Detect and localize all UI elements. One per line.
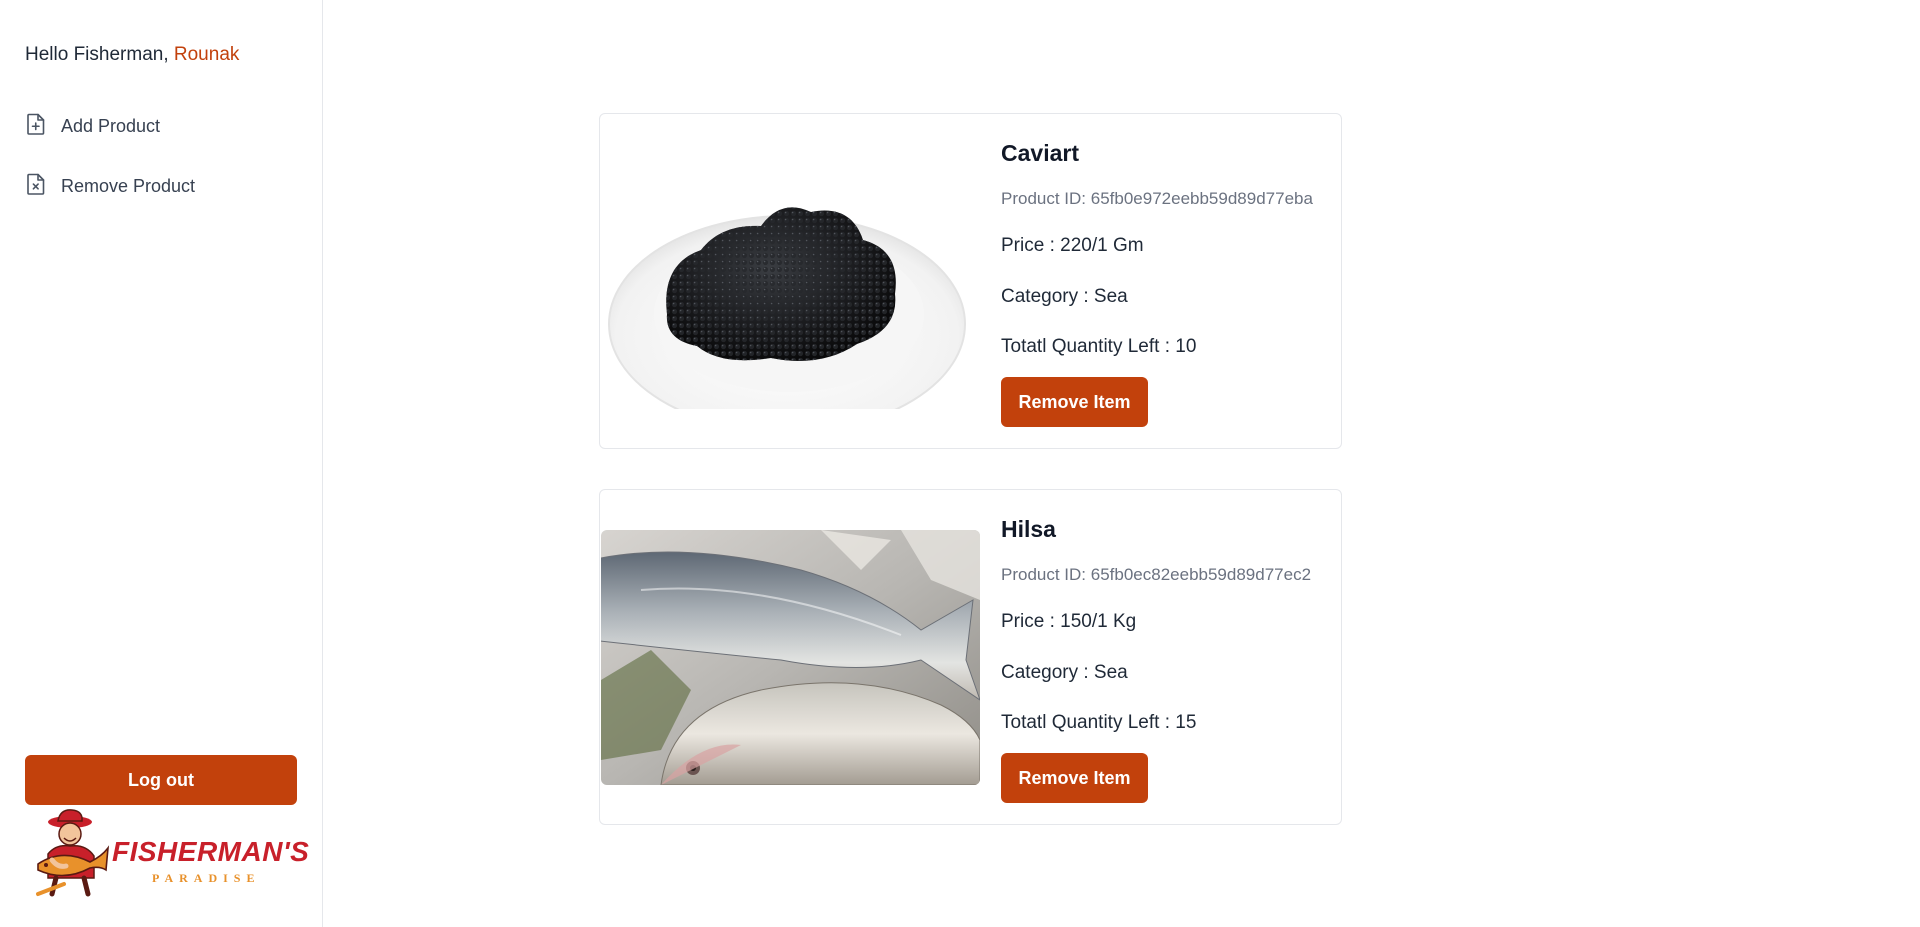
product-quantity: Totatl Quantity Left : 15 [1001, 712, 1197, 733]
file-plus-icon [25, 112, 47, 141]
product-quantity: Totatl Quantity Left : 10 [1001, 336, 1197, 357]
product-category: Category : Sea [1001, 286, 1128, 307]
file-x-icon [25, 172, 47, 201]
remove-item-button[interactable]: Remove Item [1001, 377, 1148, 427]
brand-logo: FISHERMAN'S PARADISE [28, 808, 309, 900]
product-name: Caviart [1001, 140, 1079, 166]
greeting-prefix: Hello Fisherman, [25, 44, 169, 65]
brand-tagline: PARADISE [152, 871, 261, 885]
greeting-user-name: Rounak [173, 44, 240, 65]
sidebar-item-add-product[interactable]: Add Product [25, 112, 160, 141]
product-id: Product ID: 65fb0ec82eebb59d89d77ec2 [1001, 565, 1312, 584]
hilsa-fish-image [601, 530, 980, 785]
sidebar-item-label: Remove Product [61, 176, 196, 196]
sidebar: Hello Fisherman, Rounak Add Product Remo… [0, 0, 323, 927]
product-price: Price : 150/1 Kg [1001, 611, 1137, 632]
product-price: Price : 220/1 Gm [1001, 235, 1144, 256]
product-name: Hilsa [1001, 516, 1056, 542]
remove-item-button[interactable]: Remove Item [1001, 753, 1148, 803]
brand-name: FISHERMAN'S [112, 836, 310, 867]
product-id: Product ID: 65fb0e972eebb59d89d77eba [1001, 189, 1313, 208]
product-card: Hilsa Product ID: 65fb0ec82eebb59d89d77e… [599, 489, 1342, 825]
sidebar-item-remove-product[interactable]: Remove Product [25, 172, 195, 201]
sidebar-item-label: Add Product [61, 116, 161, 136]
product-card: Caviart Product ID: 65fb0e972eebb59d89d7… [599, 113, 1342, 449]
fisherman-mascot-logo [36, 809, 110, 897]
app: Hello Fisherman, Rounak Add Product Remo… [0, 0, 1920, 927]
caviar-bowl-image [601, 154, 980, 409]
product-category: Category : Sea [1001, 662, 1128, 683]
greeting: Hello Fisherman, Rounak [25, 44, 239, 66]
logout-button[interactable]: Log out [25, 755, 297, 805]
